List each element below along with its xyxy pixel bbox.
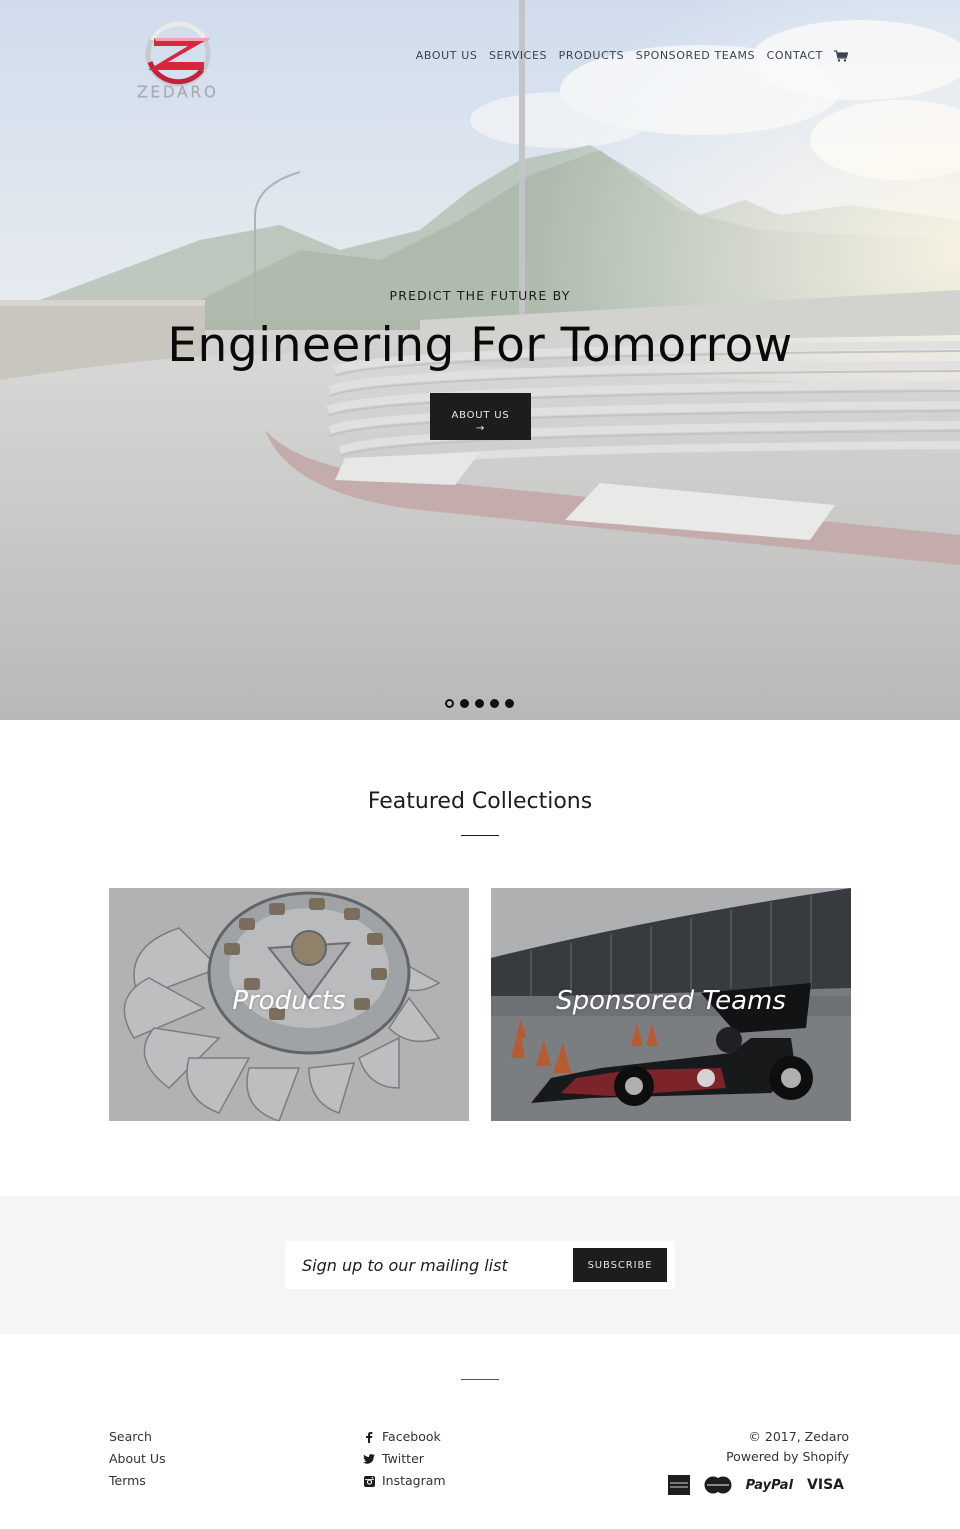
subscribe-button[interactable]: SUBSCRIBE (573, 1248, 667, 1282)
main-navigation: ABOUT US SERVICES PRODUCTS SPONSORED TEA… (404, 49, 849, 62)
copyright-text: © 2017, Zedaro (748, 1429, 849, 1444)
cart-button[interactable] (834, 49, 849, 62)
slide-dot-1[interactable] (445, 699, 454, 708)
logo-wordmark: ZEDARO (137, 83, 219, 102)
footer-link-about-us[interactable]: About Us (109, 1448, 166, 1470)
hero-slideshow: ZEDARO ABOUT US SERVICES PRODUCTS SPONSO… (0, 0, 960, 720)
footer-legal: © 2017, Zedaro Powered by Shopify (726, 1426, 849, 1466)
social-link-instagram[interactable]: Instagram (363, 1470, 446, 1492)
section-divider (461, 835, 499, 836)
footer-links: Search About Us Terms (109, 1426, 166, 1492)
footer-divider (461, 1379, 499, 1380)
social-label-instagram: Instagram (382, 1473, 446, 1488)
amex-icon (667, 1475, 690, 1495)
slide-dot-4[interactable] (490, 699, 499, 708)
collection-label-products: Products (232, 986, 346, 1016)
hero-subtitle: PREDICT THE FUTURE BY (389, 288, 571, 303)
collection-card-products[interactable]: Products (109, 888, 469, 1121)
nav-item-about-us[interactable]: ABOUT US (416, 49, 478, 62)
footer-link-terms[interactable]: Terms (109, 1470, 166, 1492)
arrow-right-icon: → (475, 422, 486, 434)
hero-title: Engineering For Tomorrow (167, 318, 793, 373)
slide-dot-2[interactable] (460, 699, 469, 708)
hero-about-us-button[interactable]: ABOUT US → (430, 393, 531, 440)
nav-item-services[interactable]: SERVICES (489, 49, 547, 62)
nav-item-products[interactable]: PRODUCTS (559, 49, 625, 62)
slide-dot-3[interactable] (475, 699, 484, 708)
newsletter-form: SUBSCRIBE (285, 1241, 675, 1289)
social-label-twitter: Twitter (382, 1451, 424, 1466)
collection-label-sponsored-teams: Sponsored Teams (556, 986, 786, 1016)
collection-card-sponsored-teams[interactable]: Sponsored Teams (491, 888, 851, 1121)
payment-methods: PayPal VISA (654, 1475, 844, 1495)
featured-collections-title: Featured Collections (367, 789, 593, 814)
paypal-icon: PayPal (745, 1477, 794, 1493)
twitter-icon (363, 1453, 375, 1465)
facebook-icon (363, 1431, 375, 1443)
social-link-twitter[interactable]: Twitter (363, 1448, 446, 1470)
cart-icon (834, 49, 849, 62)
newsletter-section: SUBSCRIBE (0, 1196, 960, 1334)
newsletter-email-input[interactable] (285, 1241, 565, 1289)
slide-dot-5[interactable] (505, 699, 514, 708)
mastercard-icon (704, 1476, 732, 1494)
slideshow-pagination (445, 699, 520, 708)
instagram-icon (363, 1475, 375, 1487)
social-link-facebook[interactable]: Facebook (363, 1426, 446, 1448)
social-label-facebook: Facebook (382, 1429, 441, 1444)
hero-button-label: ABOUT US (451, 409, 510, 421)
powered-by-shopify-link[interactable]: Powered by Shopify (726, 1448, 849, 1466)
footer-link-search[interactable]: Search (109, 1426, 166, 1448)
nav-item-contact[interactable]: CONTACT (767, 49, 823, 62)
footer-social-links: Facebook Twitter Instagram (363, 1426, 446, 1492)
visa-icon: VISA (807, 1477, 844, 1493)
nav-item-sponsored-teams[interactable]: SPONSORED TEAMS (636, 49, 755, 62)
